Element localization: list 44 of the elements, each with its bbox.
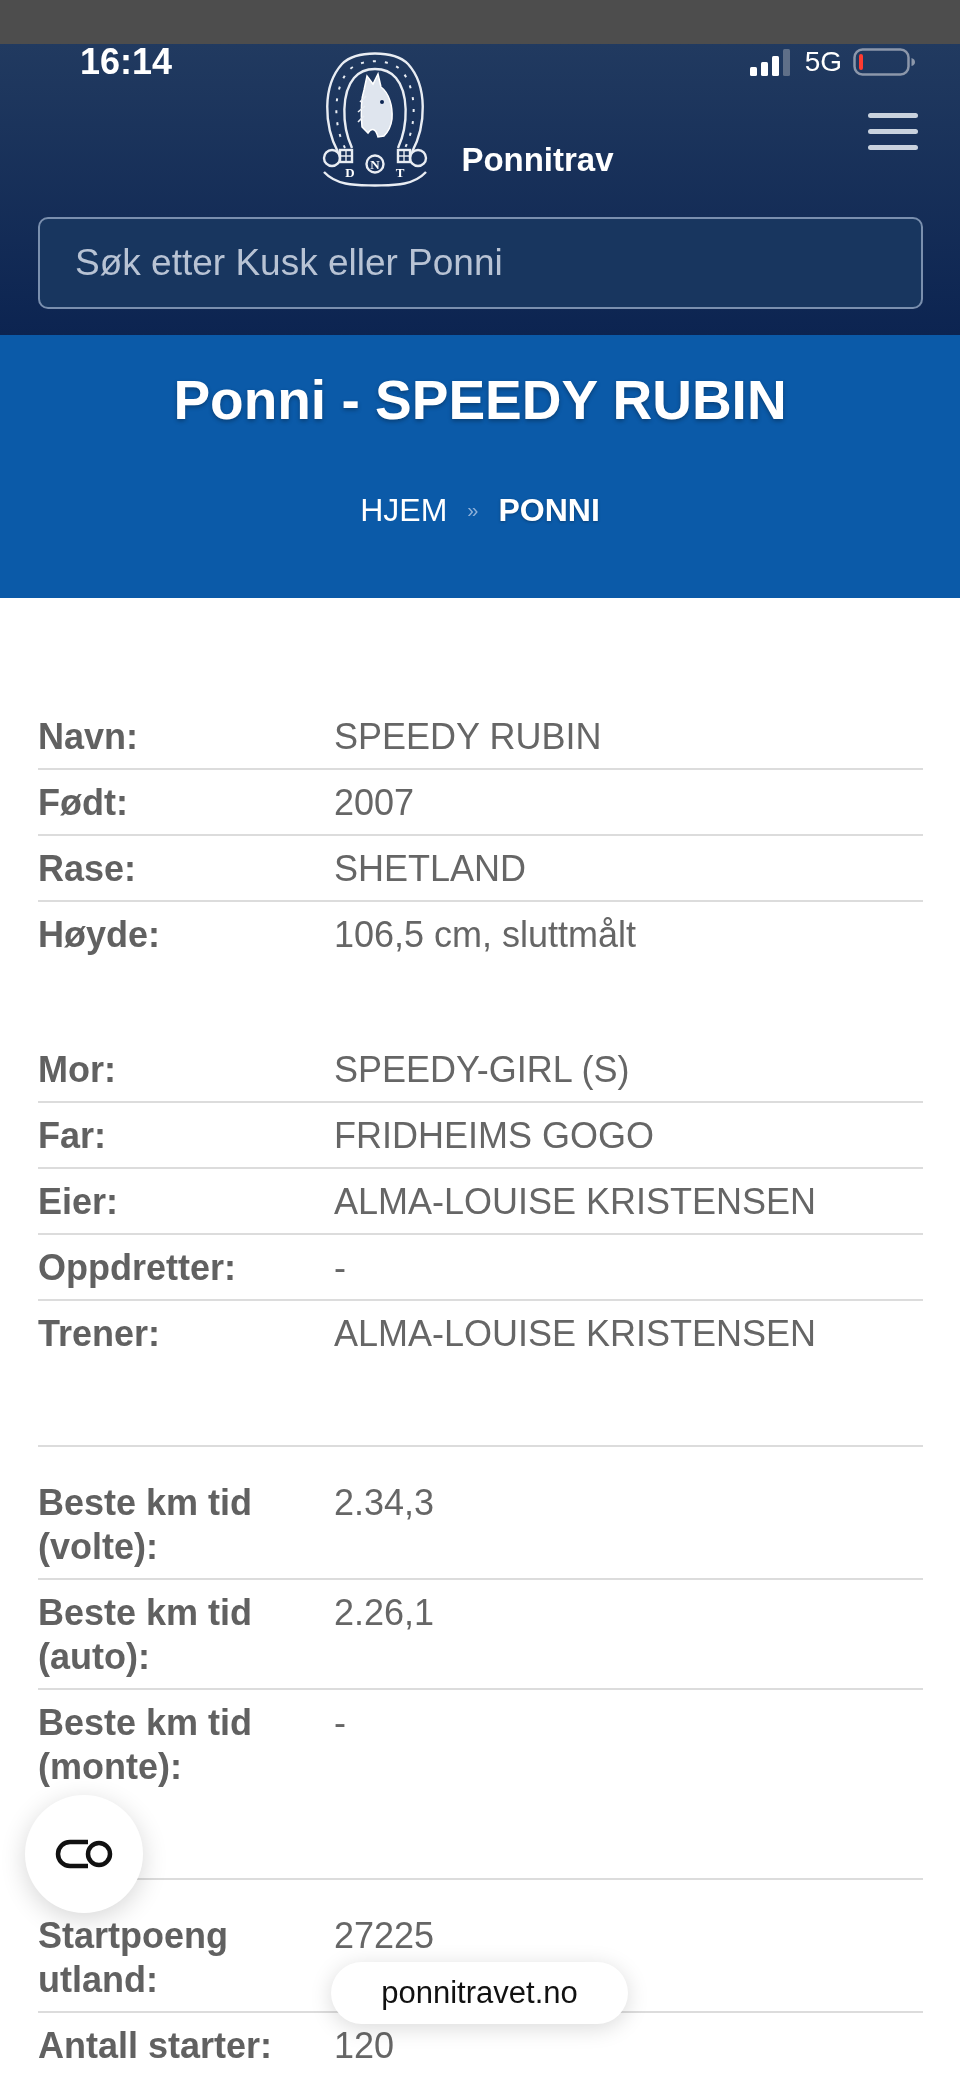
menu-icon bbox=[868, 113, 918, 150]
address-bar[interactable]: ponnitravet.no bbox=[331, 1962, 628, 2024]
field-label: Eier: bbox=[38, 1180, 120, 1224]
field-label: Høyde: bbox=[38, 913, 161, 957]
field-value: 2.26,1 bbox=[334, 1591, 436, 1635]
field-value: ALMA-LOUISE KRISTENSEN bbox=[334, 1312, 818, 1356]
breadcrumb-current: PONNI bbox=[498, 491, 600, 530]
field-label: Rase: bbox=[38, 847, 138, 891]
logo-letter: D bbox=[345, 165, 356, 180]
status-time: 16:14 bbox=[80, 44, 173, 80]
field-value: 2007 bbox=[334, 781, 416, 825]
field-label: Antall starter: bbox=[38, 2024, 274, 2068]
field-label: Navn: bbox=[38, 715, 140, 759]
field-value: ALMA-LOUISE KRISTENSEN bbox=[334, 1180, 818, 1224]
logo-letter: N bbox=[370, 157, 381, 172]
breadcrumb-link[interactable]: HJEM bbox=[360, 490, 448, 530]
logo-letter: T bbox=[396, 165, 405, 180]
site-name: Ponnitrav bbox=[461, 141, 614, 179]
field-value: - bbox=[334, 1246, 347, 1290]
field-value: - bbox=[334, 1701, 347, 1745]
field-label: Født: bbox=[38, 781, 129, 825]
battery-icon bbox=[853, 48, 915, 76]
menu-button[interactable] bbox=[868, 113, 918, 150]
field-value: FRIDHEIMS GOGO bbox=[334, 1114, 655, 1158]
search-field[interactable]: Søk etter Kusk eller Ponni bbox=[38, 217, 923, 309]
field-label: Mor: bbox=[38, 1048, 117, 1092]
field-value: 106,5 cm, sluttmålt bbox=[334, 913, 638, 957]
network-label: 5G bbox=[804, 47, 842, 77]
field-value: SPEEDY RUBIN bbox=[334, 715, 603, 759]
field-label: Oppdretter: bbox=[38, 1246, 237, 1290]
field-label: Far: bbox=[38, 1114, 107, 1158]
link-icon bbox=[54, 1839, 114, 1869]
field-value: 27225 bbox=[334, 1914, 436, 1958]
page-title: Ponni - SPEEDY RUBIN bbox=[172, 368, 788, 433]
field-value: SPEEDY-GIRL (S) bbox=[334, 1048, 631, 1092]
field-value: SHETLAND bbox=[334, 847, 528, 891]
field-label: Beste km tid (auto): bbox=[38, 1591, 254, 1679]
field-value: 2.34,3 bbox=[334, 1481, 436, 1525]
field-label: Trener: bbox=[38, 1312, 162, 1356]
field-label: Beste km tid (volte): bbox=[38, 1481, 254, 1569]
field-label: Startpoeng utland: bbox=[38, 1914, 229, 2002]
field-value: 120 bbox=[334, 2024, 396, 2068]
field-label: Beste km tid (monte): bbox=[38, 1701, 254, 1789]
breadcrumb-separator: » bbox=[467, 498, 479, 522]
